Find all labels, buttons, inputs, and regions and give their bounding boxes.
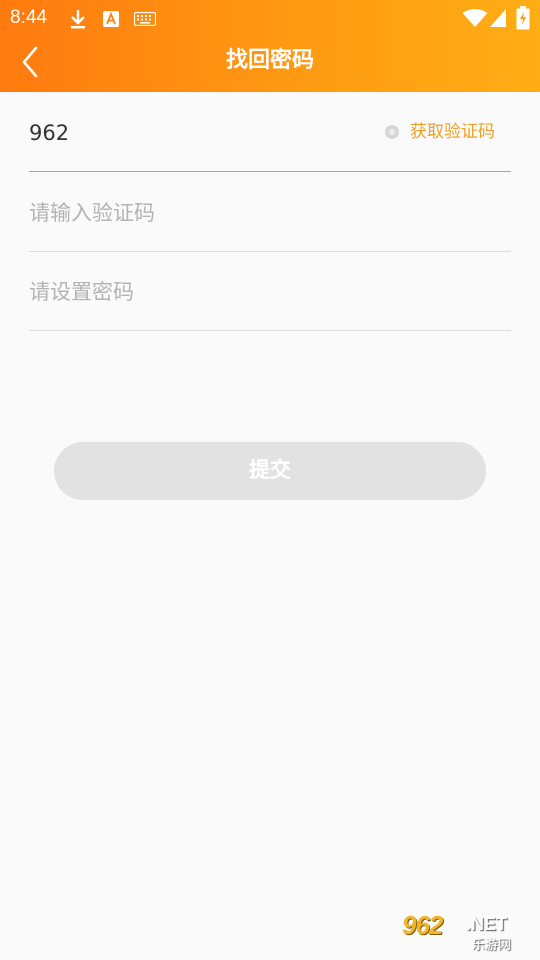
watermark-number: 962 — [402, 910, 443, 940]
verification-code-field[interactable]: 请输入验证码 — [29, 172, 511, 252]
get-code-button[interactable]: 获取验证码 — [410, 120, 495, 144]
verification-code-input[interactable]: 请输入验证码 — [29, 198, 155, 228]
a-notification-icon — [103, 11, 119, 27]
watermark-suffix: .NET — [466, 914, 508, 934]
watermark-subtitle: 乐游网 — [472, 938, 512, 953]
page-title: 找回密码 — [225, 48, 314, 73]
wifi-icon — [462, 9, 488, 27]
app-header: 8:44 找回密码 — [0, 0, 540, 92]
password-field[interactable]: 请设置密码 — [29, 251, 511, 331]
download-icon — [71, 10, 85, 29]
battery-icon — [516, 6, 530, 30]
submit-button[interactable]: 提交 — [54, 442, 486, 500]
status-bar: 8:44 — [0, 0, 540, 36]
phone-input[interactable]: 962 — [29, 118, 69, 148]
clear-icon[interactable] — [385, 125, 399, 139]
keyboard-icon — [134, 12, 156, 26]
password-input[interactable]: 请设置密码 — [29, 277, 134, 307]
status-time: 8:44 — [10, 7, 47, 28]
watermark-logo: 962 .NET 乐游网 — [402, 908, 534, 954]
phone-field[interactable]: 962 获取验证码 — [29, 92, 511, 172]
signal-icon — [490, 9, 506, 27]
